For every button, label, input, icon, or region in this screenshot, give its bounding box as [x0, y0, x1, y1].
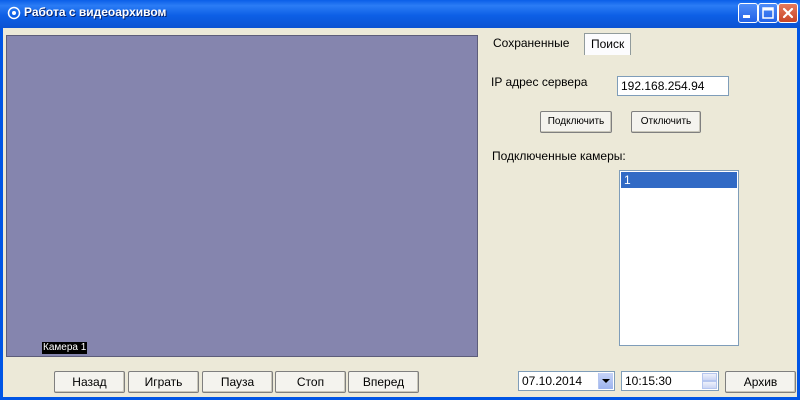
- spin-up-button[interactable]: [702, 373, 717, 386]
- window-title: Работа с видеоархивом: [24, 5, 167, 19]
- archive-button[interactable]: Архив: [725, 371, 796, 393]
- play-button[interactable]: Играть: [128, 371, 199, 393]
- time-value: 10:15:30: [625, 374, 672, 388]
- time-spinner[interactable]: [702, 373, 717, 389]
- forward-button[interactable]: Вперед: [348, 371, 419, 393]
- time-input[interactable]: 10:15:30: [621, 371, 719, 391]
- spin-down-button[interactable]: [702, 381, 717, 389]
- close-icon: [782, 7, 794, 19]
- pause-button[interactable]: Пауза: [202, 371, 273, 393]
- ip-label: IP адрес сервера: [491, 75, 588, 89]
- back-button[interactable]: Назад: [54, 371, 125, 393]
- close-button[interactable]: [778, 3, 798, 23]
- dropdown-button[interactable]: [598, 373, 613, 389]
- cameras-label: Подключенные камеры:: [492, 149, 626, 163]
- date-value: 07.10.2014: [522, 374, 583, 388]
- tab-search[interactable]: Поиск: [584, 33, 632, 55]
- app-icon: [7, 6, 21, 20]
- chevron-down-icon: [602, 379, 610, 383]
- cameras-list[interactable]: 1: [619, 170, 739, 346]
- tab-saved[interactable]: Сохраненные: [487, 33, 575, 55]
- minimize-button[interactable]: [738, 3, 758, 23]
- minimize-icon: [743, 15, 750, 18]
- stop-button[interactable]: Стоп: [275, 371, 346, 393]
- connect-button[interactable]: Подключить: [540, 111, 612, 133]
- maximize-icon: [762, 7, 774, 19]
- ip-input[interactable]: 192.168.254.94: [617, 76, 729, 96]
- list-item[interactable]: 1: [621, 172, 737, 188]
- disconnect-button[interactable]: Отключить: [631, 111, 701, 133]
- video-view[interactable]: Камера 1: [6, 35, 478, 357]
- title-bar[interactable]: Работа с видеоархивом: [0, 0, 800, 28]
- main-window: Работа с видеоархивом Камера 1 Назад Игр…: [0, 0, 800, 400]
- camera-label: Камера 1: [42, 342, 88, 354]
- maximize-button[interactable]: [758, 3, 778, 23]
- date-picker[interactable]: 07.10.2014: [518, 371, 615, 391]
- chevron-down-icon: [703, 389, 716, 391]
